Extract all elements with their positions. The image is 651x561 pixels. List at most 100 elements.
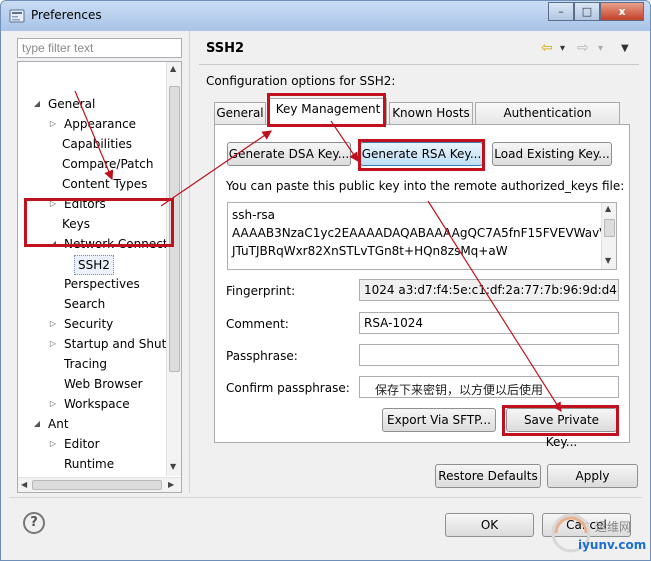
generate-rsa-key-button[interactable]: Generate RSA Key... xyxy=(360,142,483,166)
ok-button[interactable]: OK xyxy=(445,513,534,537)
expand-arrow-icon[interactable]: ▷ xyxy=(48,115,58,133)
tree-item-editors[interactable]: ▷ Editors xyxy=(18,195,166,213)
apply-button[interactable]: Apply xyxy=(547,464,638,488)
back-arrow-icon[interactable]: ⇦ xyxy=(541,40,553,56)
footer-separator xyxy=(9,497,642,498)
tree-item-label: Network Connectio xyxy=(64,237,179,251)
tree-item-startup-and-shutd[interactable]: ▷ Startup and Shutd xyxy=(18,335,174,353)
export-via-sftp-button[interactable]: Export Via SFTP... xyxy=(382,408,496,432)
scroll-left-icon[interactable]: ◀ xyxy=(21,480,27,489)
expand-arrow-icon[interactable]: ▷ xyxy=(48,195,58,213)
tree-item-keys[interactable]: Keys xyxy=(18,215,166,233)
tree-item-workspace[interactable]: ▷ Workspace xyxy=(18,395,166,413)
expand-arrow-icon[interactable]: ▷ xyxy=(48,435,58,453)
tree-item-perspectives[interactable]: Perspectives xyxy=(18,275,166,293)
tree-item-label: Editor xyxy=(64,437,100,451)
tree-item-general[interactable]: ◢ General xyxy=(18,95,166,113)
tree-item-security[interactable]: ▷ Security xyxy=(18,315,166,333)
tab-known-hosts[interactable]: Known Hosts xyxy=(389,102,473,124)
scroll-right-icon[interactable]: ▶ xyxy=(168,480,174,489)
comment-label: Comment: xyxy=(226,317,289,331)
save-private-key-button[interactable]: Save Private Key... xyxy=(506,408,617,449)
passphrase-field[interactable] xyxy=(359,344,619,366)
view-menu-icon[interactable]: ▼ xyxy=(621,43,629,54)
window-title: Preferences xyxy=(31,8,102,22)
forward-arrow-icon[interactable]: ⇨ xyxy=(577,40,589,56)
annotation-note: 保存下来密钥，以方便以后使用 xyxy=(375,383,544,397)
scroll-down-icon[interactable]: ▼ xyxy=(170,462,176,471)
tree-item-ssh2[interactable]: SSH2 xyxy=(18,255,166,275)
load-existing-key-button[interactable]: Load Existing Key... xyxy=(492,142,612,166)
public-key-line: AAAAB3NzaC1yc2EAAAADAQABAAAAgQC7A5fnF15F… xyxy=(232,226,611,240)
collapse-arrow-icon[interactable]: ◢ xyxy=(32,95,42,113)
tab-key-management[interactable]: Key Management xyxy=(269,98,387,125)
minimize-button[interactable]: – xyxy=(548,2,574,21)
public-key-scroll-thumb[interactable] xyxy=(604,219,615,237)
dialog-client: ◢ General ▷ Appearance Capabilities Compare/P… xyxy=(9,31,642,554)
restore-defaults-button[interactable]: Restore Defaults xyxy=(435,464,541,488)
tree-item-compare-patch[interactable]: Compare/Patch xyxy=(18,155,166,173)
scroll-down-icon[interactable]: ▼ xyxy=(605,256,611,265)
tree-item-label: SSH2 xyxy=(74,255,114,275)
expand-arrow-icon[interactable]: ▷ xyxy=(48,335,58,353)
public-key-hint: You can paste this public key into the r… xyxy=(226,179,625,193)
tree-item-editor[interactable]: ▷ Editor xyxy=(18,435,166,453)
confirm-passphrase-label: Confirm passphrase: xyxy=(226,381,350,395)
tree-item-label: Compare/Patch xyxy=(62,157,154,171)
close-button[interactable]: x xyxy=(600,2,644,21)
preferences-window: Preferences – □ x ◢ General ▷ Appearance Cap… xyxy=(0,0,651,561)
tree-item-network-connectio[interactable]: ◢ Network Connectio xyxy=(18,235,178,253)
tree-item-appearance[interactable]: ▷ Appearance xyxy=(18,115,166,133)
app-icon xyxy=(9,9,25,23)
watermark-text: iyunv.com xyxy=(578,538,647,552)
tree-item-web-browser[interactable]: Web Browser xyxy=(18,375,166,393)
public-key-textarea[interactable]: ssh-rsa AAAAB3NzaC1yc2EAAAADAQABAAAAgQC7… xyxy=(227,202,617,270)
tree-item-label: Editors xyxy=(64,197,106,211)
tree-item-label: Keys xyxy=(62,217,91,231)
public-key-line: JTuTJBRqWxr82XnSTLvTGn8t+HQn8zsMq+aW xyxy=(232,244,508,258)
forward-dropdown-icon[interactable]: ▾ xyxy=(598,43,603,54)
tree-item-runtime[interactable]: Runtime xyxy=(18,455,166,473)
expand-arrow-icon[interactable]: ▷ xyxy=(48,315,58,333)
scroll-up-icon[interactable]: ▲ xyxy=(170,64,176,73)
tab-general[interactable]: General xyxy=(214,102,266,124)
filter-input[interactable] xyxy=(17,38,182,58)
passphrase-label: Passphrase: xyxy=(226,349,298,363)
scroll-up-icon[interactable]: ▲ xyxy=(605,204,611,213)
page-title: SSH2 xyxy=(206,41,245,56)
tree-item-label: Content Types xyxy=(62,177,148,191)
tree-item-capabilities[interactable]: Capabilities xyxy=(18,135,166,153)
tree-item-tracing[interactable]: Tracing xyxy=(18,355,166,373)
maximize-button[interactable]: □ xyxy=(574,2,600,21)
tree-item-content-types[interactable]: Content Types xyxy=(18,175,166,193)
tree-item-ant[interactable]: ◢ Ant xyxy=(18,415,166,433)
help-icon[interactable]: ? xyxy=(23,512,45,534)
collapse-arrow-icon[interactable]: ◢ xyxy=(32,415,42,433)
tree-vscroll-thumb[interactable] xyxy=(169,86,180,372)
tree-hscroll-thumb[interactable] xyxy=(32,480,162,490)
tree-item-label: Web Browser xyxy=(64,377,143,391)
back-dropdown-icon[interactable]: ▾ xyxy=(560,43,565,54)
tree-item-label: Ant xyxy=(48,417,69,431)
comment-field[interactable]: RSA-1024 xyxy=(359,312,619,334)
page-description: Configuration options for SSH2: xyxy=(206,74,396,88)
tree-item-label: Appearance xyxy=(64,117,137,131)
tree-item-label: Search xyxy=(64,297,106,311)
tree-item-label: General xyxy=(48,97,96,111)
expand-arrow-icon[interactable]: ▷ xyxy=(48,395,58,413)
tree-item-search[interactable]: Search xyxy=(18,295,166,313)
fingerprint-field[interactable]: 1024 a3:d7:f4:5e:c1:df:2a:77:7b:96:9d:d4… xyxy=(359,279,619,301)
public-key-scrollbar[interactable]: ▲ ▼ xyxy=(601,203,616,269)
title-separator xyxy=(199,64,639,65)
generate-dsa-key-button[interactable]: Generate DSA Key... xyxy=(227,142,351,166)
collapse-arrow-icon[interactable]: ◢ xyxy=(48,235,58,253)
tree-item-label: Startup and Shutd xyxy=(64,337,174,351)
tree-horizontal-scrollbar[interactable]: ◀ ▶ xyxy=(18,477,181,492)
tree-item-label: Perspectives xyxy=(64,277,140,291)
fingerprint-label: Fingerprint: xyxy=(226,284,296,298)
tree-vertical-scrollbar[interactable]: ▲ ▼ xyxy=(166,62,181,476)
splitter-sash[interactable] xyxy=(189,31,192,493)
tab-authentication-methods[interactable]: Authentication Methods xyxy=(475,102,620,140)
tree-item-label: Workspace xyxy=(64,397,130,411)
tree-item-label: Runtime xyxy=(64,457,115,471)
